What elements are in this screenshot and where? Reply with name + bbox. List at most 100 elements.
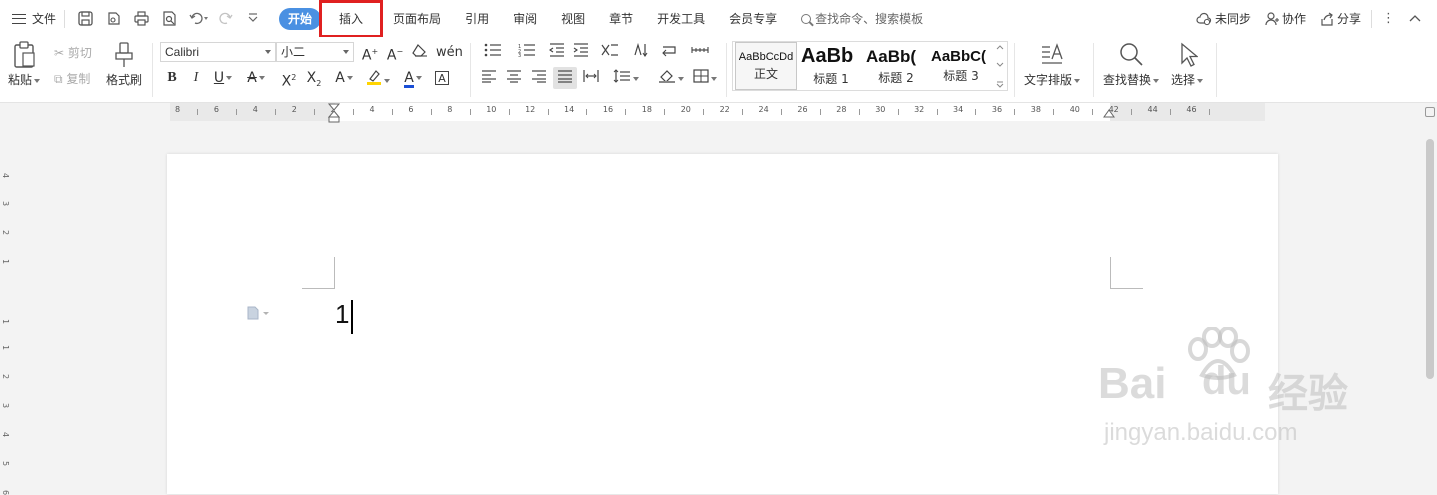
collaborate-button[interactable]: 协作 (1265, 10, 1306, 27)
right-indent-marker-icon[interactable] (1103, 109, 1115, 121)
sort-icon[interactable] (632, 42, 650, 61)
bold-icon[interactable]: B (164, 69, 180, 87)
paste-button[interactable]: 粘贴 (8, 41, 41, 88)
align-right-icon[interactable] (530, 69, 548, 87)
tab-section[interactable]: 章节 (597, 8, 645, 30)
superscript-icon[interactable]: X2 (280, 69, 298, 90)
share-button[interactable]: 分享 (1320, 10, 1361, 27)
paste-icon (14, 41, 35, 68)
bullet-list-icon[interactable] (480, 43, 506, 61)
strikethrough-icon[interactable]: A (244, 69, 268, 87)
subscript-icon[interactable]: X2 (305, 69, 323, 88)
format-painter-button[interactable]: 格式刷 (106, 41, 142, 88)
decrease-font-size-icon[interactable]: A− (386, 43, 404, 64)
decrease-indent-icon[interactable] (548, 43, 566, 61)
italic-icon[interactable]: I (188, 69, 204, 87)
ruler-tick (586, 109, 588, 115)
ruler-number: 2 (291, 105, 297, 114)
font-color-icon[interactable]: A (400, 69, 426, 88)
ruler-number: 6 (408, 105, 414, 114)
style-heading-1[interactable]: AaBb 标题 1 (800, 42, 862, 90)
chevron-up-icon (996, 45, 1004, 50)
character-border-icon[interactable]: A (434, 69, 450, 87)
customize-toolbar-icon[interactable] (245, 11, 261, 27)
horizontal-ruler[interactable]: 8642246810121416182022242628303234363840… (0, 103, 1437, 123)
sync-status-button[interactable]: 未同步 (1196, 10, 1251, 27)
increase-font-size-icon[interactable]: A+ (361, 43, 379, 64)
print-preview-icon[interactable] (161, 10, 177, 27)
export-pdf-icon[interactable] (105, 11, 121, 27)
tab-page-layout[interactable]: 页面布局 (381, 8, 453, 30)
align-center-icon[interactable] (505, 69, 523, 87)
vertical-scrollbar[interactable] (1423, 103, 1437, 482)
tab-member[interactable]: 会员专享 (717, 8, 789, 30)
more-options-icon[interactable]: ⋮ (1382, 11, 1395, 26)
select-label: 选择 (1171, 73, 1196, 87)
copy-button[interactable]: ⧉ 复制 (54, 70, 90, 87)
indent-marker-icon[interactable] (328, 103, 340, 123)
line-direction-icon[interactable] (656, 43, 684, 61)
style-heading-3[interactable]: AaBbC( 标题 3 (930, 42, 992, 90)
tab-view[interactable]: 视图 (549, 8, 597, 30)
styles-scroll[interactable] (995, 44, 1005, 88)
line-spacing-icon[interactable] (612, 69, 640, 87)
paragraph-handle-icon[interactable] (247, 306, 269, 324)
align-left-icon[interactable] (480, 69, 498, 87)
borders-icon[interactable] (690, 69, 720, 87)
command-search[interactable]: 查找命令、搜索模板 (801, 10, 923, 27)
document-text[interactable]: 1 (335, 299, 349, 329)
ruler-number: 4 (252, 105, 258, 114)
tab-home[interactable]: 开始 (279, 7, 322, 30)
tab-references[interactable]: 引用 (453, 8, 501, 30)
show-marks-icon[interactable] (690, 43, 710, 61)
vertical-ruler-number: 1 (1, 258, 11, 265)
vertical-ruler-number: 3 (1, 200, 11, 207)
find-replace-button[interactable]: 查找替换 (1103, 41, 1160, 88)
increase-indent-icon[interactable] (572, 43, 590, 61)
distributed-align-icon[interactable] (582, 69, 600, 87)
chevron-down-icon (34, 78, 41, 83)
text-effect-icon[interactable]: A (332, 69, 356, 87)
tab-developer[interactable]: 开发工具 (645, 8, 717, 30)
cut-label: 剪切 (67, 46, 92, 60)
clear-format-icon[interactable] (411, 43, 429, 61)
font-size-value: 小二 (281, 45, 306, 59)
font-name-select[interactable]: Calibri (160, 42, 276, 62)
scrollbar-thumb[interactable] (1426, 139, 1434, 379)
crop-mark-top-right (1110, 257, 1143, 289)
ruler-tick (936, 109, 938, 115)
font-size-select[interactable]: 小二 (276, 42, 354, 62)
justify-icon[interactable] (553, 67, 577, 89)
split-view-icon[interactable] (1425, 107, 1435, 117)
redo-icon[interactable] (217, 11, 233, 27)
copy-label: 复制 (66, 72, 91, 86)
underline-icon[interactable]: U (212, 69, 234, 87)
phonetic-guide-icon[interactable]: wén (436, 43, 463, 61)
divider (152, 43, 153, 97)
ruler-tick (197, 109, 199, 115)
shading-icon[interactable] (656, 69, 686, 87)
tab-insert[interactable]: 插入 (319, 0, 384, 38)
search-icon (801, 13, 812, 24)
crop-mark-top-left (302, 257, 335, 289)
chinese-layout-icon[interactable] (597, 43, 623, 61)
style-normal[interactable]: AaBbCcDd 正文 (735, 42, 797, 90)
text-layout-button[interactable]: 文字排版 (1024, 41, 1081, 88)
save-icon[interactable] (77, 10, 93, 27)
highlight-color-icon[interactable] (364, 69, 392, 87)
document-page[interactable]: 1 (167, 154, 1278, 494)
numbered-list-icon[interactable]: 123 (514, 43, 540, 61)
cut-button[interactable]: ✂ 剪切 (54, 44, 92, 61)
style-preview: AaBb( (866, 46, 917, 66)
undo-icon[interactable] (189, 11, 209, 27)
vertical-ruler[interactable]: 4 3 2 1 1 1 2 3 4 5 6 (0, 121, 14, 495)
select-button[interactable]: 选择 (1171, 41, 1204, 88)
ruler-number: 44 (1147, 105, 1158, 114)
tab-review[interactable]: 审阅 (501, 8, 549, 30)
ruler-number: 18 (641, 105, 652, 114)
ruler-tick (430, 109, 432, 115)
print-icon[interactable] (133, 10, 149, 27)
file-menu-button[interactable]: 文件 (12, 7, 56, 31)
style-heading-2[interactable]: AaBb( 标题 2 (865, 42, 927, 90)
collapse-ribbon-icon[interactable] (1409, 11, 1421, 26)
